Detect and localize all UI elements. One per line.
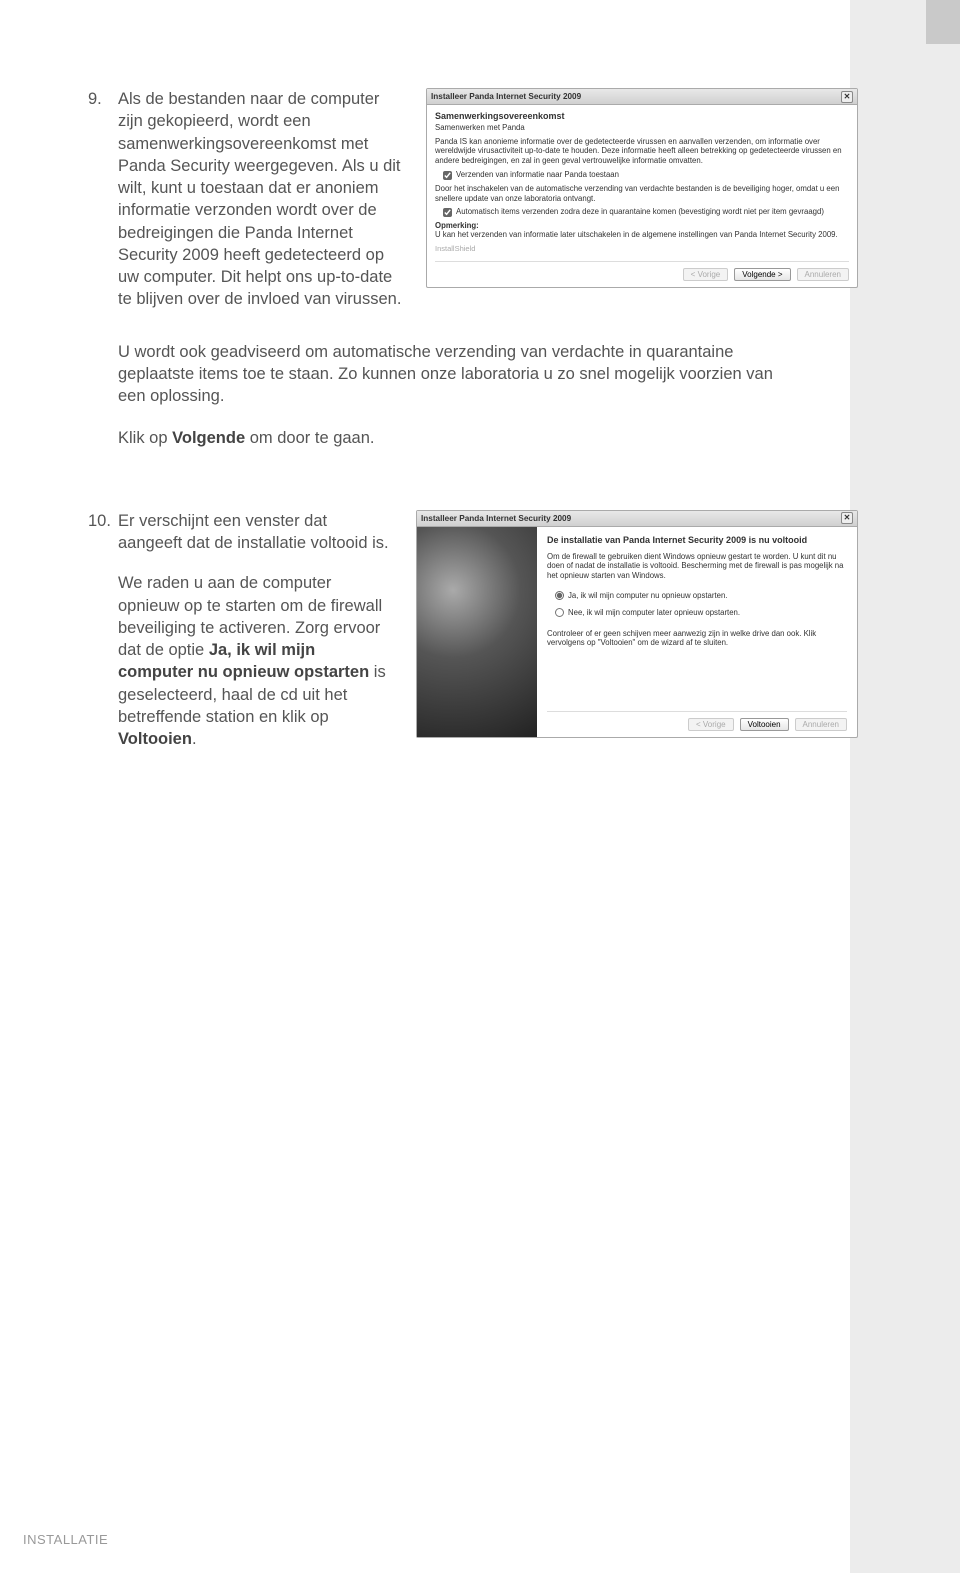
radio-restart-yes-label: Ja, ik wil mijn computer nu opnieuw opst…	[568, 591, 727, 600]
step9-p3-post: om door te gaan.	[245, 429, 374, 447]
window-title: Installeer Panda Internet Security 2009	[431, 92, 581, 101]
agreement-desc: Panda IS kan anonieme informatie over de…	[435, 137, 849, 166]
note-text: U kan het verzenden van informatie later…	[435, 230, 849, 240]
agreement-desc2: Door het inschakelen van de automatische…	[435, 184, 849, 203]
installshield-brand: InstallShield	[435, 244, 849, 253]
step9-text: 9.Als de bestanden naar de computer zijn…	[88, 88, 408, 311]
radio-restart-no[interactable]	[555, 608, 564, 617]
step9-p3-bold: Volgende	[172, 429, 245, 447]
step10-para2: We raden u aan de computer opnieuw op te…	[118, 572, 393, 750]
complete-desc: Om de firewall te gebruiken dient Window…	[547, 552, 847, 581]
prev-button: < Vorige	[683, 268, 729, 281]
cancel-button: Annuleren	[797, 268, 849, 281]
agreement-heading: Samenwerkingsovereenkomst	[435, 111, 849, 121]
step10-para1: Er verschijnt een venster dat aangeeft d…	[118, 510, 393, 555]
step10-number: 10.	[88, 510, 118, 532]
checkbox-send-info-label: Verzenden van informatie naar Panda toes…	[456, 170, 619, 179]
checkbox-auto-send[interactable]	[443, 208, 452, 217]
installer-window-complete: Installeer Panda Internet Security 2009 …	[416, 510, 858, 738]
step9-p3-pre: Klik op	[118, 429, 172, 447]
installer-window-agreement: Installeer Panda Internet Security 2009 …	[426, 88, 858, 288]
close-icon[interactable]: ✕	[841, 512, 853, 524]
step9-number: 9.	[88, 88, 118, 110]
complete-desc2: Controleer of er geen schijven meer aanw…	[547, 629, 847, 648]
step10-p2-b2: Voltooien	[118, 730, 192, 748]
checkbox-send-info[interactable]	[443, 171, 452, 180]
step10-text: 10.Er verschijnt een venster dat aangeef…	[88, 510, 398, 751]
complete-heading: De installatie van Panda Internet Securi…	[547, 535, 847, 546]
step10-p2-post: .	[192, 730, 197, 748]
cancel-button: Annuleren	[795, 718, 847, 731]
radio-restart-no-label: Nee, ik wil mijn computer later opnieuw …	[568, 608, 740, 617]
checkbox-auto-send-label: Automatisch items verzenden zodra deze i…	[456, 207, 824, 216]
finish-button[interactable]: Voltooien	[740, 718, 789, 731]
installer-sidebar-image	[417, 527, 537, 737]
radio-restart-yes[interactable]	[555, 591, 564, 600]
window-title: Installeer Panda Internet Security 2009	[421, 514, 571, 523]
note-label: Opmerking:	[435, 221, 849, 230]
side-stripe-tab	[926, 0, 960, 44]
step9-para3: Klik op Volgende om door te gaan.	[118, 427, 798, 449]
next-button[interactable]: Volgende >	[734, 268, 790, 281]
page-footer: INSTALLATIE	[23, 1532, 108, 1547]
agreement-sub: Samenwerken met Panda	[435, 123, 849, 133]
step9-para2: U wordt ook geadviseerd om automatische …	[118, 341, 798, 408]
step9-para1: Als de bestanden naar de computer zijn g…	[118, 88, 403, 311]
side-stripe	[850, 0, 960, 1573]
close-icon[interactable]: ✕	[841, 91, 853, 103]
prev-button: < Vorige	[688, 718, 734, 731]
